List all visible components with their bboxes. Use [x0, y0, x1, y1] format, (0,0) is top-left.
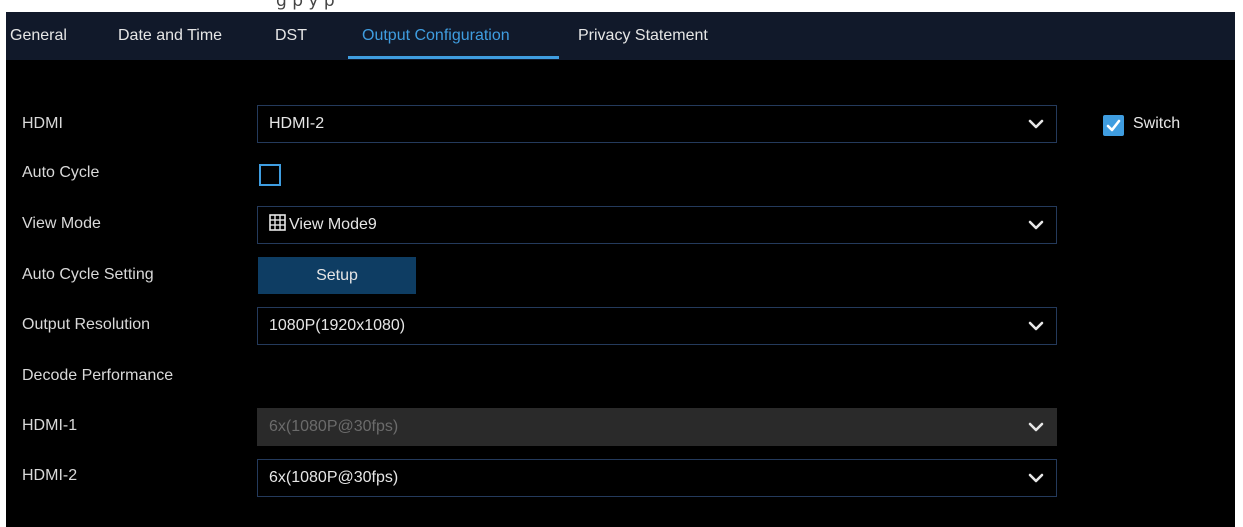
view-mode-select-value-wrap: View Mode9 — [269, 207, 377, 243]
view-mode-select-value: View Mode9 — [289, 216, 377, 233]
hdmi-1-label: HDMI-1 — [22, 417, 78, 434]
decode-performance-label: Decode Performance — [22, 367, 174, 384]
output-resolution-select-value: 1080P(1920x1080) — [269, 317, 406, 334]
hdmi-2-label: HDMI-2 — [22, 467, 78, 484]
view-mode-label: View Mode — [22, 215, 101, 232]
active-tab-underline — [348, 56, 559, 59]
hdmi-select[interactable]: HDMI-2 — [257, 105, 1057, 143]
tab-dst[interactable]: DST — [275, 12, 307, 60]
grid-icon — [269, 214, 286, 231]
header-strip: g p y p — [0, 0, 1243, 12]
setup-button[interactable]: Setup — [258, 257, 416, 294]
tab-general[interactable]: General — [10, 12, 67, 60]
hdmi-2-decode-select[interactable]: 6x(1080P@30fps) — [257, 459, 1057, 497]
checkmark-icon — [1106, 119, 1121, 132]
output-resolution-label: Output Resolution — [22, 316, 151, 333]
chevron-down-icon — [1028, 321, 1044, 331]
tab-output-configuration[interactable]: Output Configuration — [362, 12, 510, 60]
hdmi-1-decode-select-value: 6x(1080P@30fps) — [269, 418, 399, 435]
chevron-down-icon — [1028, 473, 1044, 483]
switch-label: Switch — [1133, 115, 1181, 132]
hdmi-1-decode-select: 6x(1080P@30fps) — [257, 408, 1057, 446]
chevron-down-icon — [1028, 422, 1044, 432]
chevron-down-icon — [1028, 220, 1044, 230]
auto-cycle-checkbox[interactable] — [259, 164, 281, 186]
hdmi-select-value: HDMI-2 — [269, 115, 325, 132]
output-resolution-select[interactable]: 1080P(1920x1080) — [257, 307, 1057, 345]
auto-cycle-label: Auto Cycle — [22, 164, 100, 181]
tab-bar: General Date and Time DST Output Configu… — [6, 12, 1235, 60]
auto-cycle-setting-label: Auto Cycle Setting — [22, 266, 154, 283]
switch-checkbox[interactable] — [1103, 115, 1124, 136]
view-mode-select[interactable]: View Mode9 — [257, 206, 1057, 244]
tab-privacy-statement[interactable]: Privacy Statement — [578, 12, 708, 60]
settings-panel: General Date and Time DST Output Configu… — [6, 12, 1235, 527]
hdmi-2-decode-select-value: 6x(1080P@30fps) — [269, 469, 399, 486]
hdmi-label: HDMI — [22, 115, 63, 132]
chevron-down-icon — [1028, 119, 1044, 129]
header-fragment-text: g p y p — [276, 0, 335, 11]
tab-date-and-time[interactable]: Date and Time — [118, 12, 222, 60]
